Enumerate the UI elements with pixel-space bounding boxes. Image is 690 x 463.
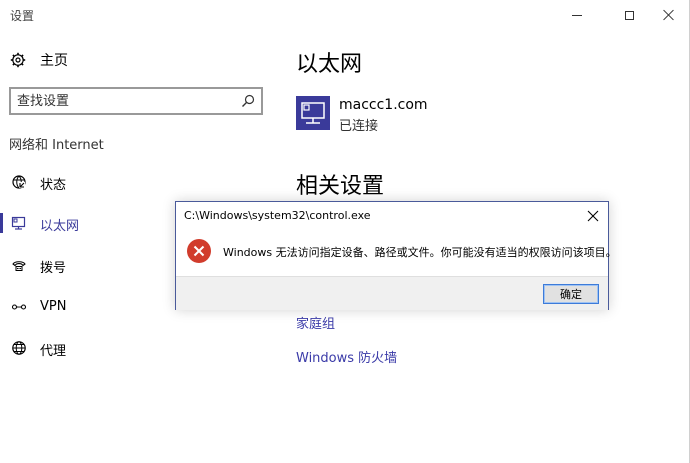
sidebar-item-label: 状态: [40, 178, 67, 193]
window-title: 设置: [10, 9, 35, 23]
sidebar-item-label: 代理: [40, 344, 67, 359]
maximize-icon: [624, 10, 634, 20]
error-icon: [187, 239, 211, 263]
close-icon: [663, 9, 675, 21]
search-box[interactable]: [9, 87, 263, 115]
ok-button[interactable]: 确定: [543, 284, 599, 304]
sidebar-item-status[interactable]: 状态: [0, 167, 270, 197]
dialog-footer: 确定: [176, 276, 608, 310]
globe-icon: [12, 341, 26, 355]
error-dialog: C:\Windows\system32\control.exe Windows …: [175, 201, 617, 310]
minimize-icon: [572, 14, 582, 16]
ethernet-device[interactable]: maccc1.com 已连接: [296, 96, 428, 134]
page-title: 以太网: [296, 52, 363, 77]
related-settings-heading: 相关设置: [296, 174, 385, 199]
dialog-message: Windows 无法访问指定设备、路径或文件。你可能没有适当的权限访问该项目。: [223, 246, 617, 259]
close-icon: [587, 210, 599, 222]
section-label: 网络和 Internet: [9, 138, 104, 153]
status-globe-icon: [12, 175, 26, 189]
active-indicator: [0, 213, 3, 233]
phone-icon: [12, 261, 26, 271]
settings-window: 设置 主页 查找设置 网络和 Internet 状态 以太网 拨号 VPN 代理…: [0, 0, 690, 463]
link-windows-firewall[interactable]: Windows 防火墙: [296, 347, 397, 366]
home-label: 主页: [40, 53, 68, 69]
sidebar-item-label: VPN: [40, 299, 67, 314]
vpn-icon: [11, 304, 27, 310]
sidebar-item-proxy[interactable]: 代理: [0, 333, 270, 363]
device-name: maccc1.com: [339, 97, 428, 113]
dialog-title: C:\Windows\system32\control.exe: [184, 209, 371, 222]
sidebar-item-label: 以太网: [40, 219, 80, 234]
ethernet-adapter-icon: [296, 96, 330, 130]
close-button[interactable]: [646, 0, 690, 30]
title-bar: 设置: [0, 0, 690, 30]
dialog-close-button[interactable]: [582, 205, 604, 227]
sidebar-item-home[interactable]: 主页: [10, 50, 68, 70]
link-homegroup[interactable]: 家庭组: [296, 313, 335, 332]
ethernet-icon: [11, 216, 26, 230]
sidebar-item-label: 拨号: [40, 261, 67, 276]
device-status: 已连接: [339, 119, 379, 134]
search-input[interactable]: [11, 89, 239, 113]
minimize-button[interactable]: [554, 0, 600, 30]
search-icon[interactable]: [240, 93, 256, 109]
dialog-body: Windows 无法访问指定设备、路径或文件。你可能没有适当的权限访问该项目。: [176, 230, 617, 276]
gear-icon: [10, 52, 26, 68]
